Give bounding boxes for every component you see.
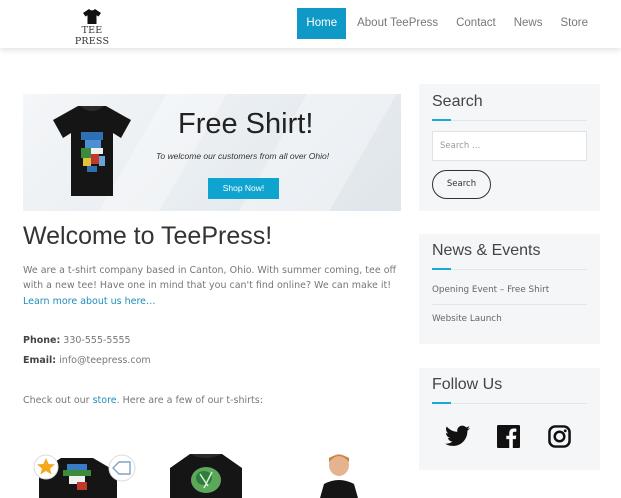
product-shirt-2[interactable]	[170, 452, 242, 498]
phone-label: Phone:	[23, 335, 61, 346]
nav-news[interactable]: News	[505, 8, 552, 39]
store-prefix: Check out our	[23, 395, 90, 406]
product-kid-photo[interactable]	[316, 452, 362, 498]
site-logo[interactable]: TEE PRESS	[67, 9, 117, 47]
logo-text: TEE PRESS	[74, 25, 110, 47]
store-line: Check out our store. Here are a few of o…	[23, 395, 263, 406]
nav-store[interactable]: Store	[552, 8, 598, 39]
email-line: Email: info@teepress.com	[23, 355, 151, 366]
page-title: Welcome to TeePress!	[23, 222, 273, 250]
divider	[432, 403, 587, 404]
store-suffix: . Here are a few of our t-shirts:	[116, 395, 263, 406]
nav-home[interactable]: Home	[297, 8, 347, 39]
title-accent	[432, 268, 451, 270]
tshirt-logo-icon	[83, 9, 101, 24]
search-widget: Search Search … Search	[419, 84, 600, 211]
nav-about[interactable]: About TeePress	[348, 8, 447, 39]
instagram-icon[interactable]	[548, 425, 571, 448]
twitter-icon[interactable]	[445, 425, 470, 447]
main-nav: Home About TeePress Contact News Store	[297, 8, 597, 39]
follow-widget-title: Follow Us	[432, 376, 503, 393]
search-button[interactable]: Search	[432, 170, 491, 199]
facebook-icon[interactable]	[497, 425, 520, 448]
phone-line: Phone: 330-555-5555	[23, 335, 131, 346]
news-item-opening-event[interactable]: Opening Event – Free Shirt	[432, 285, 549, 295]
email-label: Email:	[23, 355, 57, 366]
site-header: TEE PRESS Home About TeePress Contact Ne…	[0, 0, 621, 48]
nav-contact[interactable]: Contact	[447, 8, 505, 39]
search-widget-title: Search	[432, 93, 483, 110]
email-value: info@teepress.com	[59, 355, 151, 366]
banner-subtitle: To welcome our customers from all over O…	[156, 151, 330, 161]
divider	[432, 269, 587, 270]
product-shirt-1[interactable]	[33, 452, 137, 498]
news-item-website-launch[interactable]: Website Launch	[432, 314, 502, 324]
promo-banner[interactable]: Free Shirt! To welcome our customers fro…	[23, 94, 401, 211]
divider	[432, 304, 587, 305]
store-link[interactable]: store	[93, 395, 117, 406]
title-accent	[432, 119, 451, 121]
divider	[432, 120, 587, 121]
title-accent	[432, 402, 451, 404]
intro-text: We are a t-shirt company based in Canton…	[23, 265, 397, 291]
follow-widget: Follow Us	[419, 368, 600, 470]
learn-more-link[interactable]: Learn more about us here…	[23, 296, 156, 307]
news-widget-title: News & Events	[432, 242, 541, 259]
shop-now-button[interactable]: Shop Now!	[208, 178, 279, 199]
banner-title: Free Shirt!	[178, 108, 314, 140]
phone-value: 330-555-5555	[63, 335, 131, 346]
search-input[interactable]: Search …	[432, 131, 587, 161]
news-widget: News & Events Opening Event – Free Shirt…	[419, 234, 600, 344]
banner-shirt-image	[53, 106, 131, 196]
